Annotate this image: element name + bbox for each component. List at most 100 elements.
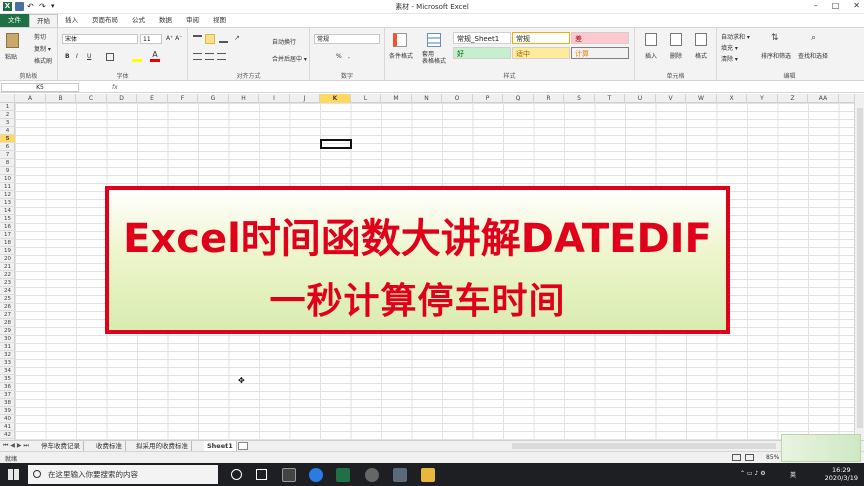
row-header[interactable]: 35: [0, 375, 15, 383]
clock[interactable]: 16:29 2020/3/19: [825, 466, 858, 482]
column-header[interactable]: P: [473, 94, 503, 103]
sheet-tab[interactable]: 拟采用的收费标准: [133, 441, 192, 451]
align-bottom-icon[interactable]: [219, 35, 228, 43]
wrap-text-button[interactable]: 自动换行: [272, 37, 296, 46]
sogou-icon[interactable]: [309, 468, 323, 482]
fill-button[interactable]: 填充 ▾: [721, 43, 738, 52]
row-header[interactable]: 8: [0, 159, 15, 167]
column-header[interactable]: U: [625, 94, 656, 103]
row-header[interactable]: 11: [0, 183, 15, 191]
minimize-button[interactable]: –: [814, 1, 818, 10]
cut-button[interactable]: 剪切: [34, 32, 46, 41]
new-sheet-icon[interactable]: [238, 442, 248, 450]
zoom-level[interactable]: 85%: [766, 454, 779, 461]
grow-font-button[interactable]: A⁺ A⁻: [166, 35, 182, 42]
row-header[interactable]: 34: [0, 367, 15, 375]
find-select-icon[interactable]: ⌕: [811, 33, 823, 46]
fx-icon[interactable]: fx: [112, 84, 118, 91]
windows-start-icon[interactable]: [8, 469, 19, 480]
column-header[interactable]: N: [412, 94, 442, 103]
sort-filter-icon[interactable]: ⇅: [771, 33, 783, 46]
paste-button[interactable]: 粘贴: [5, 52, 17, 61]
conditional-format-button[interactable]: 条件格式: [389, 51, 413, 60]
format-painter-button[interactable]: 格式刷: [34, 56, 52, 65]
row-header[interactable]: 25: [0, 295, 15, 303]
tab-page-layout[interactable]: 页面布局: [85, 14, 125, 27]
row-header[interactable]: 39: [0, 407, 15, 415]
row-header[interactable]: 12: [0, 191, 15, 199]
active-cell-k5[interactable]: [320, 139, 352, 149]
row-header[interactable]: 1: [0, 103, 15, 111]
delete-cells-button[interactable]: 删除: [670, 51, 682, 60]
excel-taskbar-icon[interactable]: [336, 468, 350, 482]
normal-view-icon[interactable]: [732, 454, 741, 461]
style-neutral[interactable]: 适中: [512, 47, 570, 59]
align-left-icon[interactable]: [193, 53, 202, 60]
row-header[interactable]: 18: [0, 239, 15, 247]
style-normal[interactable]: 常规: [512, 32, 570, 44]
row-header[interactable]: 24: [0, 287, 15, 295]
column-header[interactable]: R: [534, 94, 564, 103]
row-header[interactable]: 40: [0, 415, 15, 423]
task-view-icon[interactable]: [256, 469, 267, 480]
row-header[interactable]: 6: [0, 143, 15, 151]
column-header[interactable]: Z: [778, 94, 808, 103]
app-icon[interactable]: [365, 468, 379, 482]
copy-button[interactable]: 复制 ▾: [34, 44, 51, 53]
row-header[interactable]: 37: [0, 391, 15, 399]
column-header[interactable]: M: [381, 94, 412, 103]
column-header-active[interactable]: K: [320, 94, 351, 103]
sheet-tab[interactable]: 停车收费记录: [38, 441, 84, 451]
tab-formulas[interactable]: 公式: [125, 14, 152, 27]
column-header[interactable]: V: [656, 94, 686, 103]
ime-indicator[interactable]: 英: [790, 470, 796, 479]
row-header[interactable]: 33: [0, 359, 15, 367]
sheet-tab-active[interactable]: Sheet1: [204, 441, 237, 451]
row-header[interactable]: 17: [0, 231, 15, 239]
format-as-table-icon[interactable]: [427, 33, 441, 47]
column-header[interactable]: H: [229, 94, 259, 103]
column-header[interactable]: AA: [808, 94, 839, 103]
column-header[interactable]: S: [564, 94, 595, 103]
merge-center-button[interactable]: 合并后居中 ▾: [272, 54, 307, 63]
name-box[interactable]: K5: [1, 83, 79, 92]
file-explorer-icon[interactable]: [421, 468, 435, 482]
tab-file[interactable]: 文件: [0, 14, 29, 27]
tab-review[interactable]: 审阅: [179, 14, 206, 27]
tab-data[interactable]: 数据: [152, 14, 179, 27]
row-header[interactable]: 20: [0, 255, 15, 263]
fill-color-icon[interactable]: [132, 52, 142, 62]
row-header[interactable]: 27: [0, 311, 15, 319]
row-header[interactable]: 21: [0, 263, 15, 271]
column-header[interactable]: O: [442, 94, 473, 103]
column-header[interactable]: I: [259, 94, 290, 103]
row-header[interactable]: 9: [0, 167, 15, 175]
italic-button[interactable]: I: [76, 53, 78, 60]
align-right-icon[interactable]: [217, 53, 226, 60]
percent-button[interactable]: %: [336, 53, 342, 60]
row-header[interactable]: 29: [0, 327, 15, 335]
column-header[interactable]: Y: [747, 94, 778, 103]
bold-button[interactable]: B: [65, 53, 70, 60]
calculator-icon[interactable]: [282, 468, 296, 482]
row-header[interactable]: 2: [0, 111, 15, 119]
delete-cells-icon[interactable]: [670, 33, 682, 46]
title-banner[interactable]: Excel时间函数大讲解DATEDIF 一秒计算停车时间: [105, 186, 730, 334]
row-header[interactable]: 23: [0, 279, 15, 287]
row-header[interactable]: 4: [0, 127, 15, 135]
row-header[interactable]: 15: [0, 215, 15, 223]
column-header[interactable]: W: [686, 94, 717, 103]
column-header[interactable]: E: [137, 94, 168, 103]
paste-icon[interactable]: [6, 33, 19, 48]
row-header[interactable]: 30: [0, 335, 15, 343]
column-header[interactable]: A: [15, 94, 46, 103]
formula-input[interactable]: [128, 83, 856, 92]
style-calculation[interactable]: 计算: [571, 47, 629, 59]
column-header[interactable]: C: [76, 94, 107, 103]
align-middle-icon[interactable]: [205, 34, 215, 44]
column-header[interactable]: D: [107, 94, 137, 103]
sheet-tab[interactable]: 收费标准: [93, 441, 126, 451]
style-good[interactable]: 好: [453, 47, 511, 59]
row-header[interactable]: 7: [0, 151, 15, 159]
conditional-format-icon[interactable]: [393, 33, 407, 47]
